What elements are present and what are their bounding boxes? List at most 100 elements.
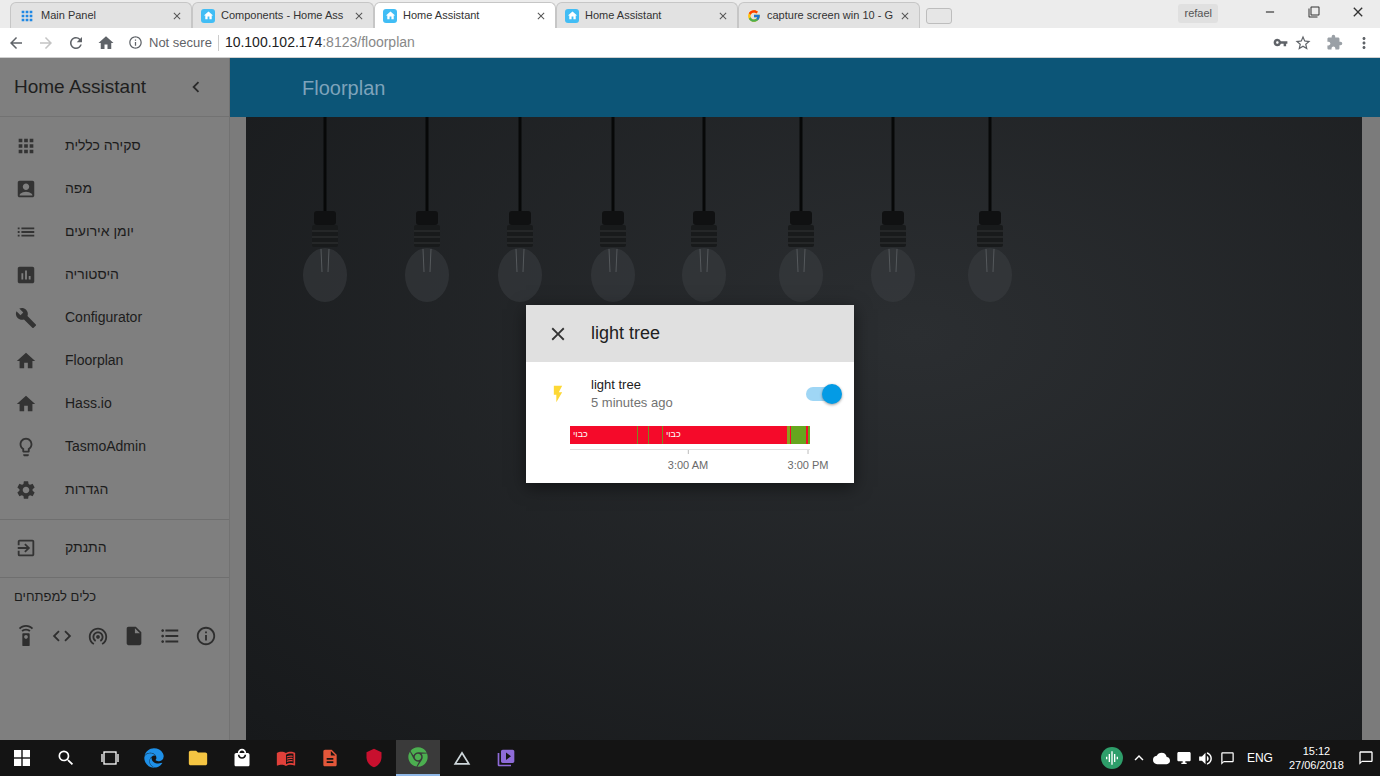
code-icon[interactable]	[50, 625, 74, 647]
key-icon[interactable]	[1273, 35, 1288, 50]
close-icon[interactable]	[353, 10, 365, 22]
remote-icon[interactable]	[14, 625, 38, 647]
clock[interactable]: 15:1227/06/2018	[1281, 744, 1352, 772]
dev-tools-row	[0, 616, 229, 656]
language-indicator[interactable]: ENG	[1239, 749, 1281, 767]
history-chart: כבוי כבוי 3:00 AM3:00 PM	[570, 426, 810, 469]
broadcast-icon[interactable]	[86, 625, 110, 647]
reload-icon[interactable]	[64, 34, 88, 52]
tab-strip: Main Panel Components - Home Ass Home Assi…	[0, 0, 1380, 28]
app-icon[interactable]	[440, 740, 484, 776]
sidebar-item[interactable]: היסטוריה	[0, 253, 229, 296]
history-segment[interactable]: כבוי	[663, 426, 787, 444]
page: Home Assistant סקירה כללית מפה יומן אירועים…	[0, 58, 1380, 740]
close-window-icon[interactable]	[1336, 0, 1380, 24]
task-view-icon	[101, 751, 119, 765]
book-icon[interactable]	[264, 740, 308, 776]
logout-icon	[14, 537, 38, 559]
menu-icon[interactable]	[1352, 34, 1376, 52]
tick-label: 3:00 PM	[788, 457, 829, 474]
list-icon[interactable]	[158, 625, 182, 647]
home-assistant-icon	[565, 9, 579, 23]
tab-title: Components - Home Ass	[221, 7, 347, 24]
sidebar-item[interactable]: TasmoAdmin	[0, 425, 229, 468]
tick-mark	[687, 450, 688, 454]
chrome-button[interactable]	[396, 740, 440, 776]
star-icon[interactable]	[1294, 34, 1312, 52]
hanging-bulbs	[246, 117, 1362, 317]
chevron-left-icon[interactable]	[185, 76, 207, 98]
sidebar-label: הגדרות	[65, 479, 108, 500]
history-segment[interactable]	[649, 426, 662, 444]
network-icon[interactable]	[1173, 740, 1195, 776]
history-segment[interactable]	[791, 426, 806, 444]
browser-tab[interactable]: Home Assistant	[374, 2, 556, 28]
shield-icon[interactable]	[352, 740, 396, 776]
sidebar-item[interactable]: הגדרות	[0, 468, 229, 511]
file-icon[interactable]	[122, 625, 146, 647]
folder-icon[interactable]	[176, 740, 220, 776]
close-icon[interactable]	[535, 10, 547, 22]
sidebar-label: יומן אירועים	[65, 221, 134, 242]
new-tab-button[interactable]	[926, 8, 952, 24]
extension-icon[interactable]	[1322, 34, 1346, 51]
close-icon[interactable]	[171, 10, 183, 22]
tab-title: capture screen win 10 - G	[767, 7, 893, 24]
cloud-icon[interactable]	[1151, 740, 1173, 776]
start-button[interactable]	[0, 740, 44, 776]
sidebar-item[interactable]: סקירה כללית	[0, 124, 229, 167]
wrench-icon	[14, 307, 38, 329]
sidebar-item[interactable]: יומן אירועים	[0, 210, 229, 253]
search-icon[interactable]	[44, 740, 88, 776]
home-icon[interactable]	[94, 34, 118, 52]
sidebar-label: Floorplan	[65, 350, 123, 371]
app-header: Floorplan	[230, 58, 1380, 117]
chart-icon	[14, 264, 38, 286]
sidebar-label: סקירה כללית	[65, 135, 141, 156]
logout-item[interactable]: התנתק	[0, 526, 229, 569]
restore-icon[interactable]	[1292, 0, 1336, 24]
close-icon[interactable]	[717, 10, 729, 22]
toggle-switch[interactable]	[806, 387, 840, 401]
time-axis: 3:00 AM3:00 PM	[570, 449, 810, 469]
more-info-dialog: light treelight tree5 minutes agoכבויכבו…	[526, 305, 854, 483]
sidebar-title: Home Assistant	[14, 73, 146, 102]
back-icon[interactable]	[4, 34, 28, 52]
sidebar-item[interactable]: Configurator	[0, 296, 229, 339]
close-icon[interactable]	[899, 10, 911, 22]
browser-tab[interactable]: Components - Home Ass	[192, 2, 374, 28]
video-icon[interactable]	[484, 740, 528, 776]
store-icon[interactable]	[220, 740, 264, 776]
browser-tab[interactable]: capture screen win 10 - G	[738, 2, 920, 28]
message-icon[interactable]	[1217, 740, 1239, 776]
document-icon[interactable]	[308, 740, 352, 776]
sidebar-label: Hass.io	[65, 393, 112, 414]
google-icon	[747, 9, 761, 23]
monitor-button[interactable]	[1097, 740, 1127, 776]
lightbulb-icon	[14, 436, 38, 458]
action-center-icon[interactable]	[1352, 740, 1380, 776]
history-segment[interactable]	[808, 426, 810, 444]
forward-icon[interactable]	[34, 34, 58, 52]
close-icon[interactable]	[546, 323, 570, 345]
profile-name[interactable]: refael	[1178, 4, 1218, 23]
info-icon[interactable]	[194, 625, 218, 647]
history-segment[interactable]	[638, 426, 648, 444]
task-view-button[interactable]	[88, 740, 132, 776]
browser-tab[interactable]: Home Assistant	[556, 2, 738, 28]
sidebar-label: מפה	[65, 178, 92, 199]
dialog-title: light tree	[591, 320, 660, 347]
sidebar-item[interactable]: מפה	[0, 167, 229, 210]
address-bar[interactable]: Not secure10.100.102.174:8123/floorplan	[124, 31, 1316, 55]
chevron-up-icon[interactable]	[1127, 740, 1151, 776]
minimize-icon[interactable]	[1248, 0, 1292, 24]
sidebar-item[interactable]: Hass.io	[0, 382, 229, 425]
sidebar-label: Configurator	[65, 307, 142, 328]
history-segment[interactable]: כבוי	[570, 426, 637, 444]
sidebar-item[interactable]: Floorplan	[0, 339, 229, 382]
hassio-icon	[14, 393, 38, 415]
tab-title: Home Assistant	[585, 7, 711, 24]
volume-icon[interactable]	[1195, 740, 1217, 776]
edge-icon[interactable]	[132, 740, 176, 776]
browser-tab[interactable]: Main Panel	[10, 2, 192, 28]
